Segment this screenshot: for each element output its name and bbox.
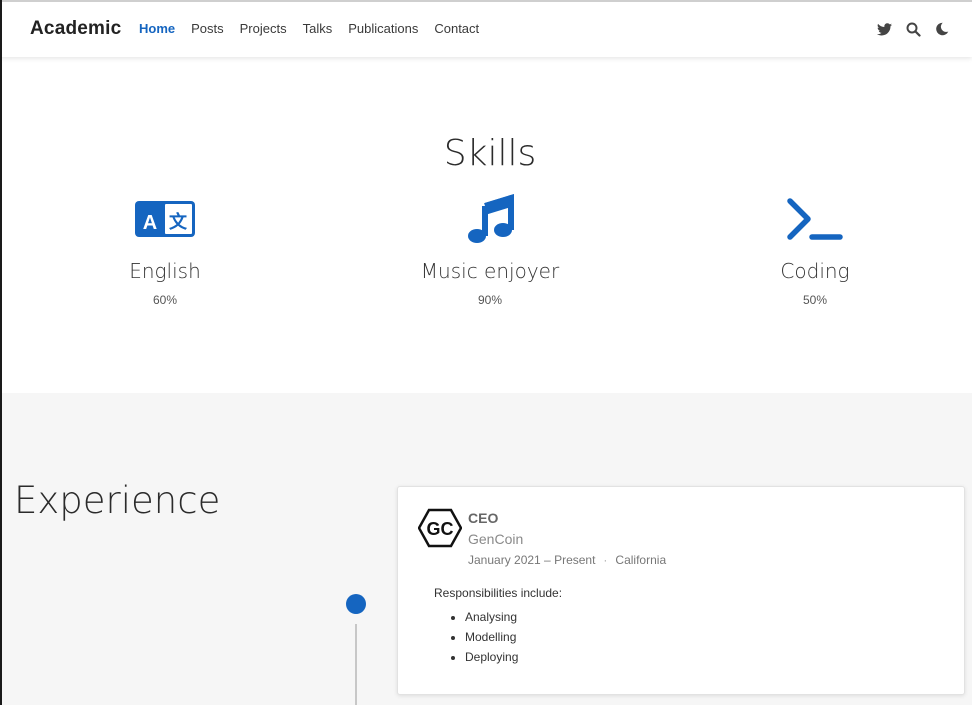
skill-percent: 90%	[477, 293, 503, 307]
twitter-icon[interactable]	[875, 20, 893, 38]
responsibilities-list: Analysing Modelling Deploying	[465, 607, 562, 667]
timeline-line	[355, 624, 357, 705]
list-item: Deploying	[465, 647, 562, 667]
experience-card: GC CEO GenCoin January 2021 – Present · Ca…	[397, 486, 965, 695]
job-location: California	[615, 553, 667, 567]
svg-text:文: 文	[169, 211, 188, 233]
nav-link-contact[interactable]: Contact	[434, 21, 479, 36]
language-icon: A 文	[55, 194, 275, 244]
nav-link-publications[interactable]: Publications	[348, 21, 418, 36]
job-meta: January 2021 – Present · California	[468, 553, 666, 567]
skills-heading: Skills	[443, 133, 537, 174]
responsibilities-intro: Responsibilities include:	[434, 586, 563, 600]
nav-icons	[875, 20, 951, 38]
nav-link-projects[interactable]: Projects	[240, 21, 287, 36]
music-note-icon	[380, 194, 600, 244]
moon-icon[interactable]	[933, 20, 951, 38]
window-left-border	[0, 0, 2, 705]
terminal-icon	[705, 194, 925, 244]
nav-link-home[interactable]: Home	[139, 21, 175, 36]
svg-text:A: A	[143, 212, 157, 234]
job-title: CEO	[468, 510, 499, 526]
meta-separator: ·	[603, 553, 608, 567]
responsibilities: Responsibilities include: Analysing Mode…	[434, 586, 562, 667]
experience-heading: Experience	[14, 479, 221, 522]
job-dates: January 2021 – Present	[468, 553, 596, 567]
nav-link-talks[interactable]: Talks	[303, 21, 333, 36]
skill-card: A 文 English 60%	[55, 194, 275, 307]
navbar: Academic Home Posts Projects Talks Publi…	[0, 2, 972, 57]
timeline-dot	[346, 594, 366, 614]
svg-text:GC: GC	[427, 519, 454, 539]
list-item: Modelling	[465, 627, 562, 647]
skill-percent: 60%	[152, 293, 178, 307]
company-name[interactable]: GenCoin	[468, 531, 523, 547]
company-logo: GC	[417, 508, 463, 548]
brand-logo[interactable]: Academic	[30, 18, 121, 40]
list-item: Analysing	[465, 607, 562, 627]
window-top-border	[0, 0, 972, 2]
skill-name: Music enjoyer	[420, 259, 560, 283]
skill-name: English	[129, 259, 201, 283]
skill-name: Coding	[780, 259, 850, 283]
nav-links: Home Posts Projects Talks Publications C…	[139, 21, 495, 36]
skill-percent: 50%	[802, 293, 828, 307]
nav-link-posts[interactable]: Posts	[191, 21, 224, 36]
skill-card: Coding 50%	[705, 194, 925, 307]
skill-card: Music enjoyer 90%	[380, 194, 600, 307]
search-icon[interactable]	[904, 20, 922, 38]
